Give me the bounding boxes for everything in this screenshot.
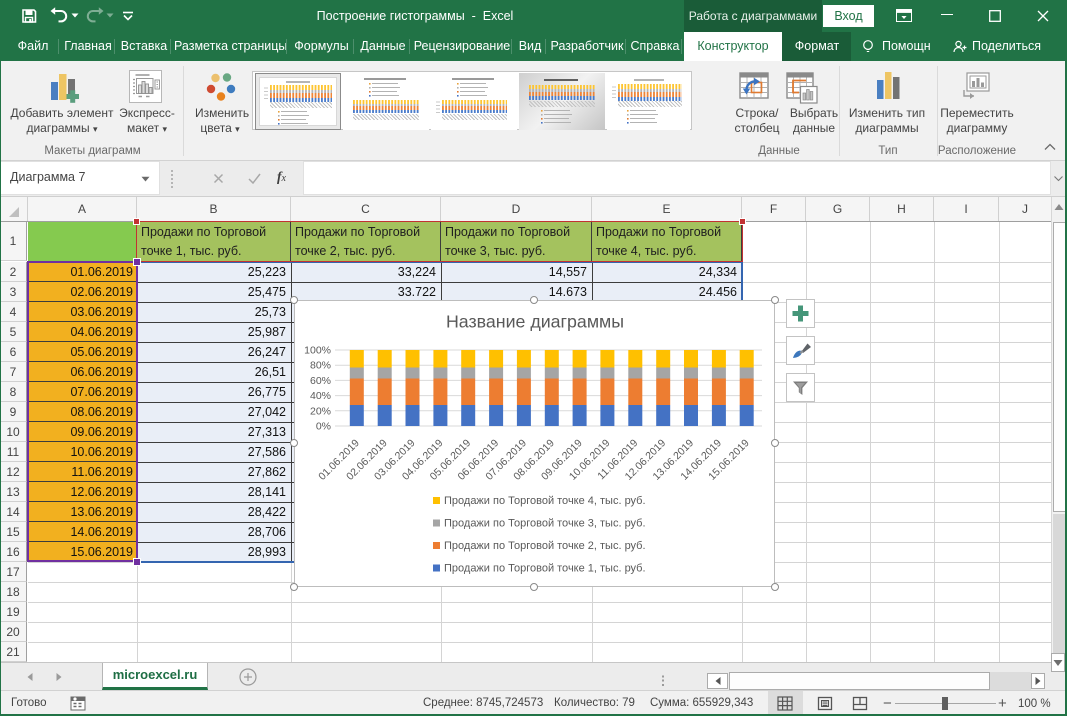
svg-text:100%: 100% <box>304 345 331 357</box>
svg-text:40%: 40% <box>310 390 331 402</box>
svg-text:80%: 80% <box>310 360 331 372</box>
svg-text:Продажи по Торговой точке 2, т: Продажи по Торговой точке 2, тыс. руб. <box>444 540 646 552</box>
svg-text:Название диаграммы: Название диаграммы <box>446 312 624 332</box>
svg-text:Продажи по Торговой точке 4, т: Продажи по Торговой точке 4, тыс. руб. <box>444 495 646 507</box>
svg-text:60%: 60% <box>310 375 331 387</box>
svg-text:Продажи по Торговой точке 1, т: Продажи по Торговой точке 1, тыс. руб. <box>444 563 646 575</box>
svg-text:0%: 0% <box>316 421 331 433</box>
svg-text:20%: 20% <box>310 405 331 417</box>
svg-text:Продажи по Торговой точке 3, т: Продажи по Торговой точке 3, тыс. руб. <box>444 518 646 530</box>
